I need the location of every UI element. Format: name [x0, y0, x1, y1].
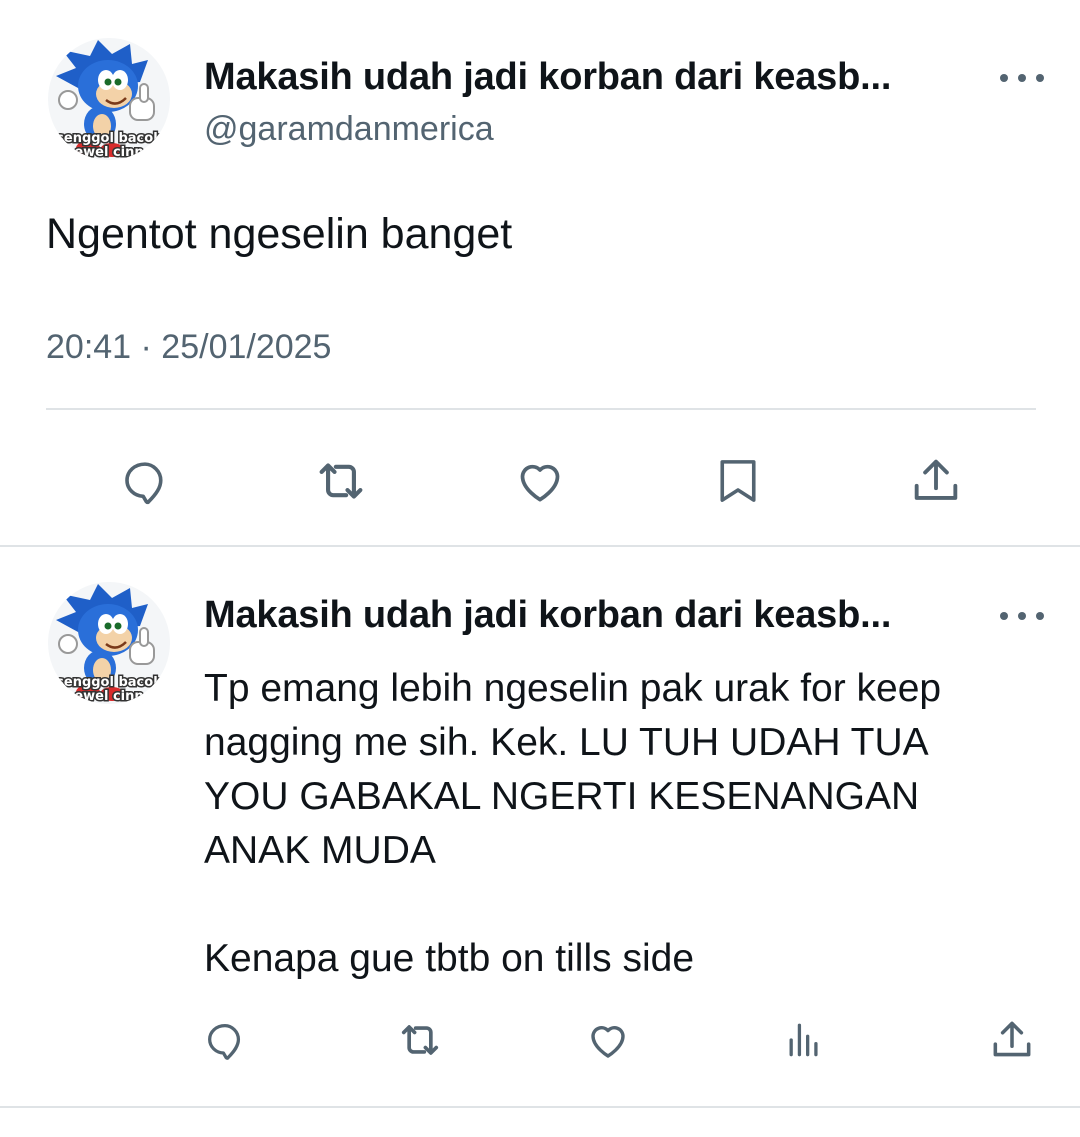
share-button[interactable]	[901, 446, 971, 516]
like-button[interactable]	[578, 1010, 638, 1070]
avatar[interactable]: senggol bacok ewel cinn	[48, 38, 170, 160]
retweet-icon	[401, 1025, 439, 1055]
views-button[interactable]	[774, 1010, 834, 1070]
sonic-thumbs-up-avatar: senggol bacok ewel cinn	[48, 38, 170, 160]
reply-icon	[125, 462, 163, 505]
share-button[interactable]	[982, 1010, 1042, 1070]
reply-icon	[208, 1023, 241, 1060]
divider	[46, 408, 1036, 410]
retweet-button[interactable]	[306, 446, 376, 516]
bottom-divider	[0, 1106, 1080, 1108]
sonic-thumbs-up-avatar: senggol bacok ewel cinn	[48, 582, 170, 704]
heart-icon	[520, 464, 560, 502]
svg-text:ewel cinn: ewel cinn	[74, 145, 143, 160]
reply-button[interactable]	[195, 1010, 255, 1070]
svg-text:senggol bacok: senggol bacok	[56, 675, 162, 690]
more-options-icon[interactable]	[996, 606, 1048, 626]
svg-text:senggol bacok: senggol bacok	[56, 131, 162, 146]
more-options-icon[interactable]	[996, 68, 1048, 88]
views-icon	[789, 1023, 818, 1057]
avatar[interactable]: senggol bacok ewel cinn	[48, 582, 170, 704]
reply-button[interactable]	[110, 446, 180, 516]
bookmark-icon	[720, 460, 756, 502]
svg-text:ewel cinn: ewel cinn	[74, 689, 143, 704]
retweet-icon	[319, 463, 363, 499]
share-icon	[914, 459, 958, 500]
share-icon	[993, 1021, 1031, 1057]
tweet-timestamp[interactable]: 20:41 · 25/01/2025	[46, 328, 331, 367]
thread-divider	[0, 545, 1080, 547]
like-button[interactable]	[505, 446, 575, 516]
retweet-button[interactable]	[390, 1010, 450, 1070]
author-name[interactable]: Makasih udah jadi korban dari keasb...	[204, 594, 891, 637]
tweet-text: Tp emang lebih ngeselin pak urak for kee…	[204, 667, 942, 980]
author-handle[interactable]: @garamdanmerica	[204, 110, 494, 149]
bookmark-button[interactable]	[703, 446, 773, 516]
heart-icon	[591, 1026, 625, 1058]
tweet-text: Ngentot ngeselin banget	[46, 210, 513, 258]
author-name[interactable]: Makasih udah jadi korban dari keasb...	[204, 56, 891, 99]
